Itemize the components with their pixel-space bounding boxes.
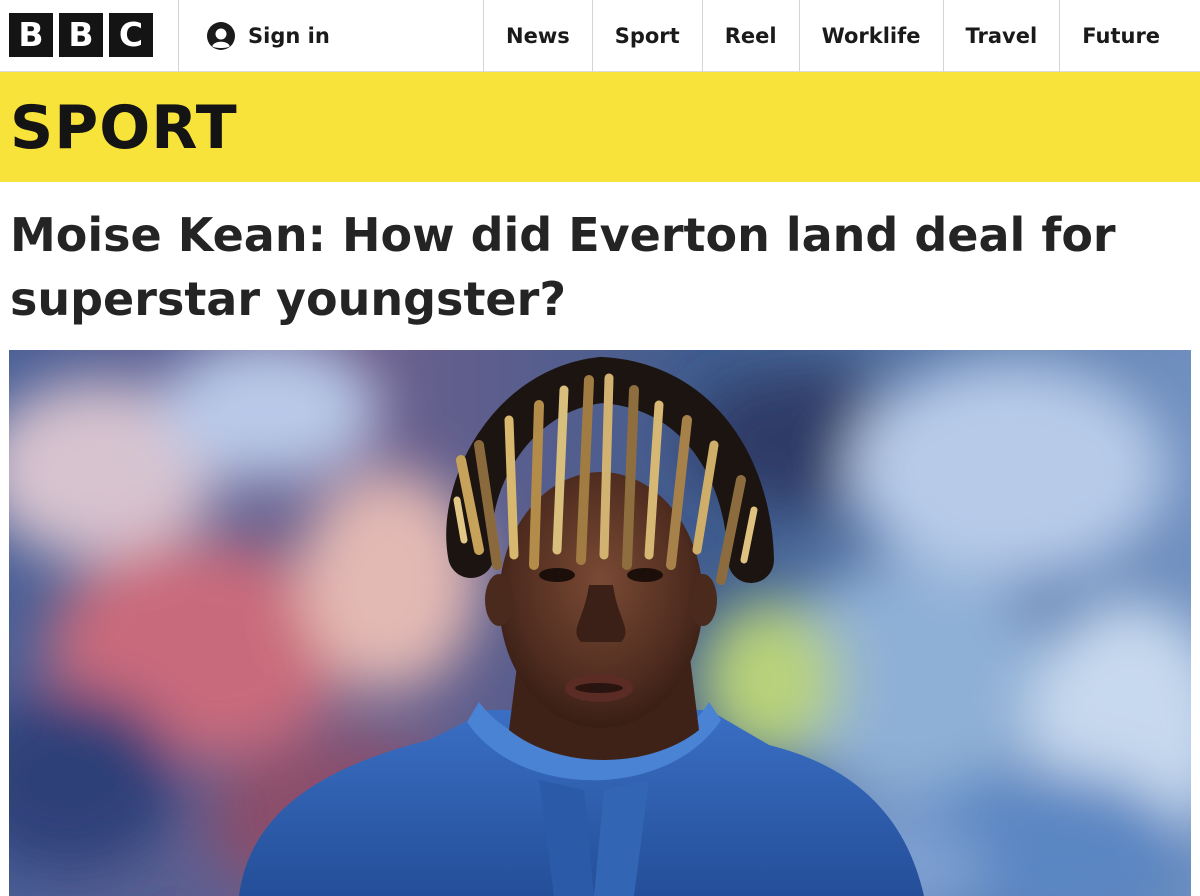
- bbc-logo[interactable]: B B C: [9, 13, 153, 57]
- section-nav: News Sport Reel Worklife Travel Future: [483, 0, 1182, 72]
- nav-item-reel[interactable]: Reel: [701, 0, 799, 72]
- logo-letter-c: C: [109, 13, 153, 57]
- article-headline: Moise Kean: How did Everton land deal fo…: [10, 208, 1116, 326]
- sport-section-banner: SPORT: [0, 72, 1200, 182]
- logo-letter-b2: B: [59, 13, 103, 57]
- player-photo: [9, 350, 1191, 896]
- article-hero-image: [9, 350, 1191, 896]
- nav-item-sport[interactable]: Sport: [591, 0, 702, 72]
- nav-item-worklife[interactable]: Worklife: [798, 0, 943, 72]
- logo-letter-b1: B: [9, 13, 53, 57]
- user-icon: [207, 22, 235, 50]
- sign-in-label: Sign in: [248, 24, 330, 48]
- nav-divider: [178, 0, 179, 72]
- top-navigation-bar: B B C Sign in News Sport Reel Worklife T…: [0, 0, 1200, 72]
- nav-item-travel[interactable]: Travel: [942, 0, 1060, 72]
- nav-item-future[interactable]: Future: [1059, 0, 1182, 72]
- sign-in-link[interactable]: Sign in: [206, 20, 330, 52]
- section-title[interactable]: SPORT: [10, 92, 238, 164]
- nav-item-news[interactable]: News: [483, 0, 592, 72]
